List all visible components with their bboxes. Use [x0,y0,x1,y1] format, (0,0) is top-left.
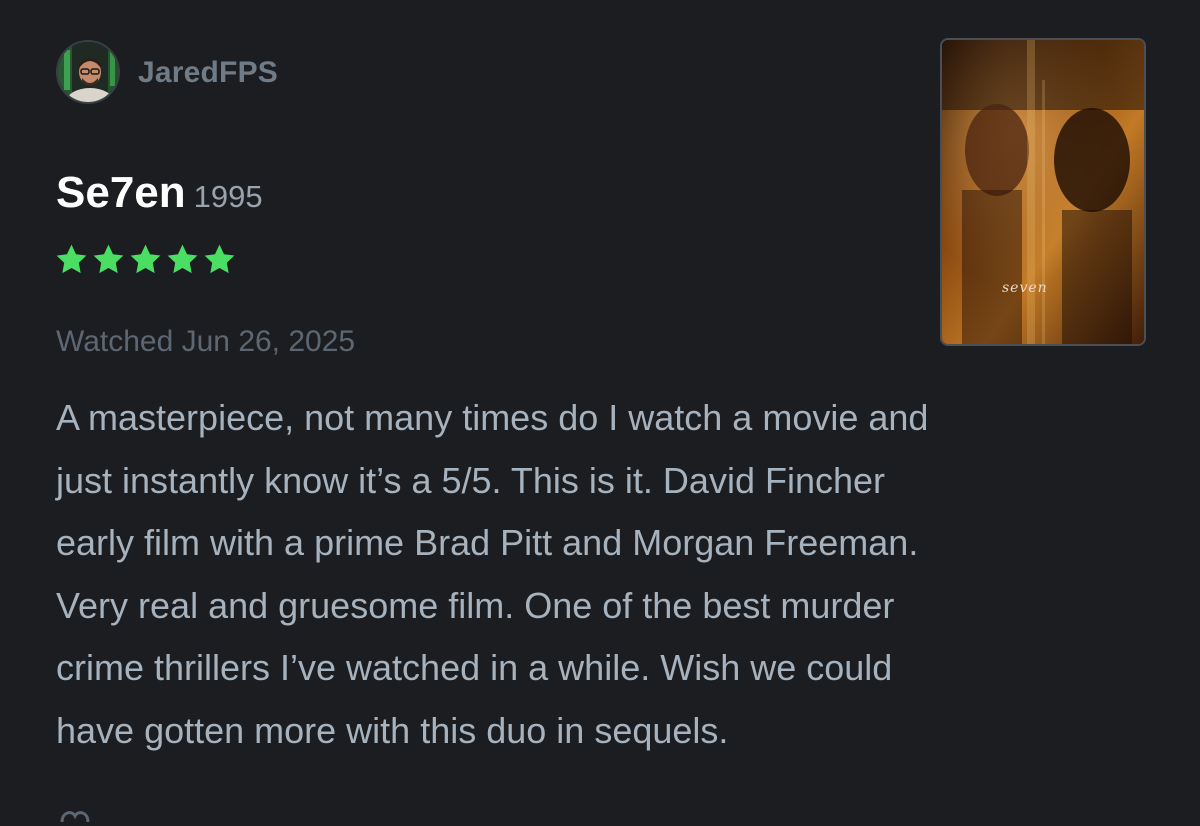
like-icon[interactable] [58,806,92,826]
username[interactable]: JaredFPS [138,56,278,90]
film-title-row: Se7en 1995 [56,168,263,218]
poster-image [942,40,1144,344]
film-year[interactable]: 1995 [194,179,263,214]
watched-date: Watched Jun 26, 2025 [56,325,356,358]
star-icon [56,244,87,274]
user-avatar-icon [58,42,118,102]
star-icon [130,244,161,274]
star-icon [167,244,198,274]
film-poster[interactable]: seven [940,38,1146,346]
film-title[interactable]: Se7en [56,168,186,217]
star-rating [54,242,237,277]
review-text: A masterpiece, not many times do I watch… [56,397,929,751]
user-avatar[interactable] [56,40,120,104]
star-icon [204,244,235,274]
star-icon [93,244,124,274]
poster-title: seven [1002,280,1048,296]
